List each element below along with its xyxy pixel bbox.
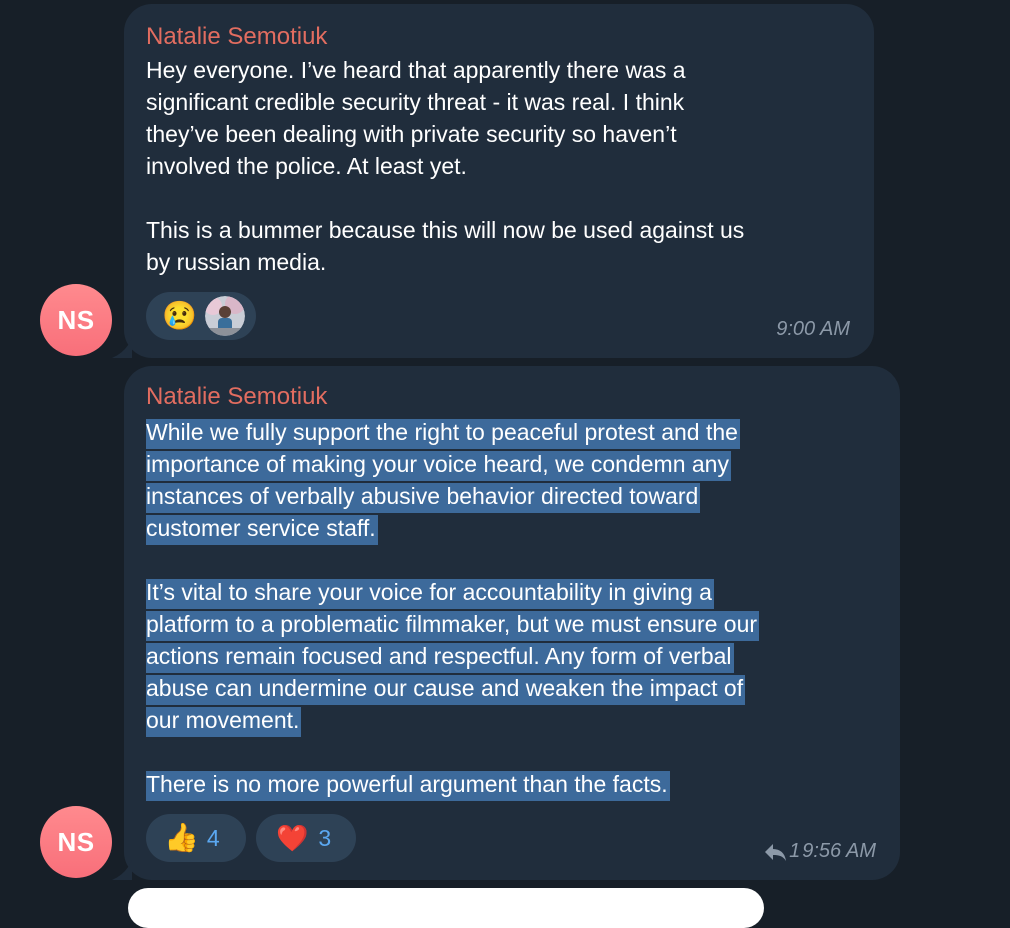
message-meta: 1 9:56 AM [763, 840, 876, 863]
message-line: by russian media. [146, 249, 327, 275]
message-line [146, 544, 759, 576]
sender-name[interactable]: Natalie Semotiuk [146, 22, 327, 52]
message-line: It’s vital to share your voice for accou… [146, 579, 714, 609]
bubble-tail [112, 860, 132, 880]
reaction-crying[interactable]: 😢 [146, 292, 256, 340]
reactor-avatar [204, 296, 245, 336]
next-message-preview[interactable] [128, 888, 764, 928]
message-line [146, 736, 759, 768]
message-text: While we fully support the right to peac… [146, 416, 760, 801]
message-line: abuse can undermine our cause and weaken… [146, 675, 746, 705]
message-line: our movement. [146, 707, 302, 737]
message-time: 9:56 AM [802, 840, 876, 862]
message-line: This is a bummer because this will now b… [146, 217, 745, 243]
avatar[interactable]: NS [40, 806, 112, 878]
message-bubble-2[interactable]: Natalie Semotiuk While we fully support … [124, 366, 900, 880]
message-line [146, 182, 744, 214]
message-text: Hey everyone. I’ve heard that apparently… [146, 54, 744, 278]
bubble-tail [112, 338, 132, 358]
message-line: actions remain focused and respectful. A… [146, 643, 734, 673]
crying-face-icon: 😢 [162, 300, 197, 331]
message-line: instances of verbally abusive behavior d… [146, 483, 701, 513]
message-time: 9:00 AM [776, 318, 850, 340]
message-line: importance of making your voice heard, w… [146, 451, 731, 481]
reply-icon[interactable] [763, 842, 787, 862]
sender-name[interactable]: Natalie Semotiuk [146, 382, 327, 412]
message-line: significant credible security threat - i… [146, 89, 685, 115]
message-line: Hey everyone. I’ve heard that apparently… [146, 57, 686, 83]
thumbs-up-icon: 👍 [164, 822, 199, 853]
reaction-heart[interactable]: ❤️ 3 [256, 814, 356, 862]
message-line: While we fully support the right to peac… [146, 419, 740, 449]
message-bubble-1[interactable]: Natalie Semotiuk Hey everyone. I’ve hear… [124, 4, 874, 358]
reply-count: 1 [789, 840, 801, 862]
message-line: platform to a problematic filmmaker, but… [146, 611, 760, 641]
message-line: involved the police. At least yet. [146, 153, 467, 179]
message-line: they’ve been dealing with private securi… [146, 121, 677, 147]
reaction-thumbs-up[interactable]: 👍 4 [146, 814, 246, 862]
reaction-count: 4 [206, 824, 220, 851]
message-line: There is no more powerful argument than … [146, 771, 670, 801]
heart-icon: ❤️ [276, 823, 309, 853]
reaction-count: 3 [318, 824, 332, 851]
message-line: customer service staff. [146, 515, 378, 545]
avatar[interactable]: NS [40, 284, 112, 356]
